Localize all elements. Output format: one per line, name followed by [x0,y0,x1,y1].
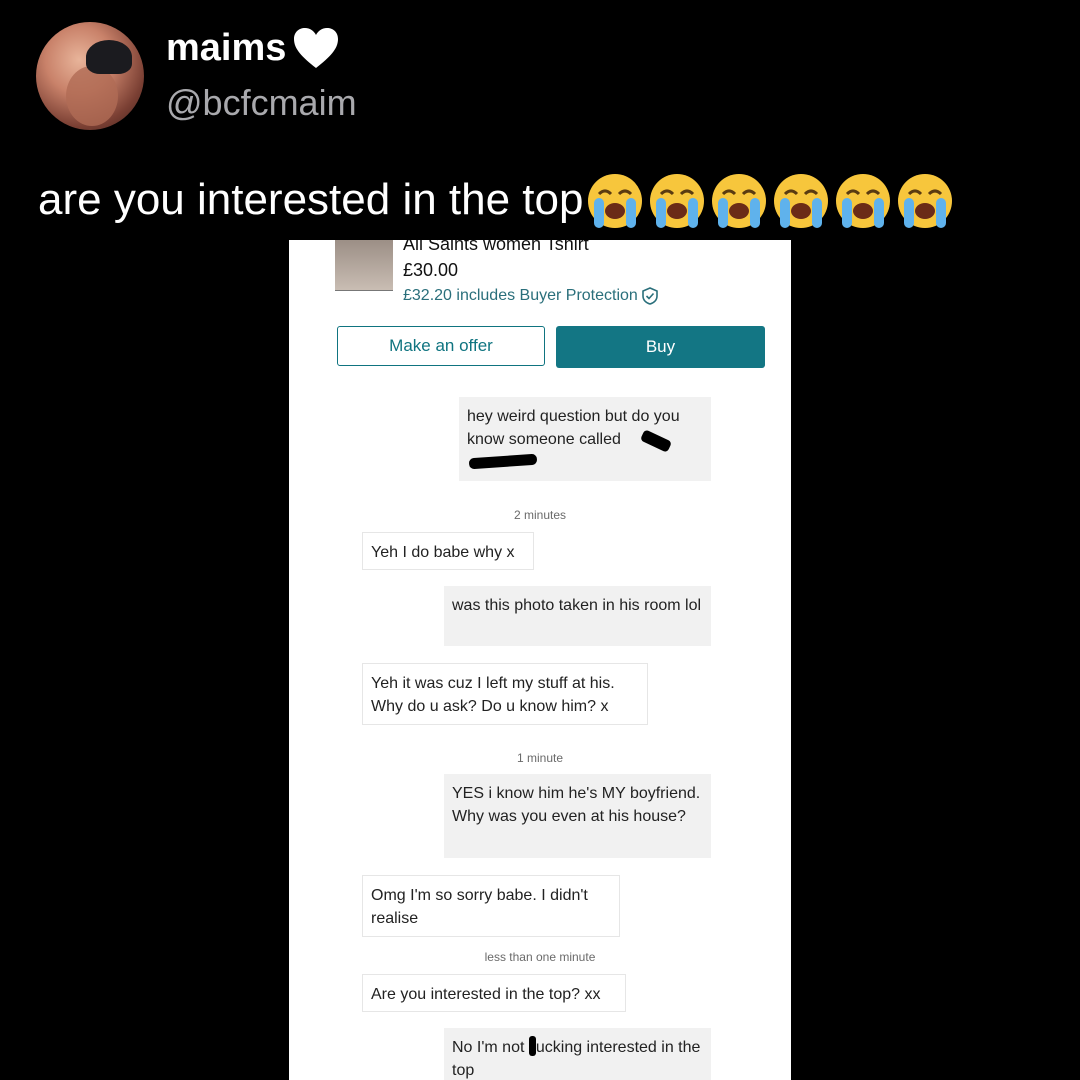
buyer-protection-row[interactable]: £32.20 includes Buyer Protection [403,287,658,305]
avatar-face [66,66,118,126]
shield-check-icon [642,287,658,305]
avatar-cap [86,40,132,74]
message-bubble-outgoing: YES i know him he's MY boyfriend. Why wa… [444,774,711,858]
tweet-text-row: are you interested in the top [38,170,955,230]
loudly-crying-face-icon [774,174,829,228]
message-text: Yeh it was cuz I left my stuff at his. W… [371,675,615,715]
display-name-row[interactable]: maims [166,26,340,70]
timestamp: 2 minutes [513,508,567,522]
message-text: YES i know him he's MY boyfriend. Why wa… [452,785,701,825]
message-text: Are you interested in the top? xx [371,986,601,1003]
timestamp: 1 minute [516,751,564,765]
avatar[interactable] [36,22,144,130]
emoji-group [585,170,955,230]
loudly-crying-face-icon [836,174,891,228]
loudly-crying-face-icon [650,174,705,228]
listing-title[interactable]: All Saints women Tshirt [403,240,589,255]
loudly-crying-face-icon [588,174,643,228]
chat-screenshot: All Saints women Tshirt £30.00 £32.20 in… [289,240,791,1080]
user-handle[interactable]: @bcfcmaim [166,82,357,124]
message-text: Omg I'm so sorry babe. I didn't realise [371,887,588,927]
message-bubble-incoming: Yeh it was cuz I left my stuff at his. W… [362,663,648,725]
message-bubble-incoming: Yeh I do babe why x [362,532,534,570]
redaction-mark [528,1036,536,1056]
listing-thumbnail[interactable] [335,240,393,291]
make-offer-button[interactable]: Make an offer [337,326,545,366]
buyer-protection-text: £32.20 includes Buyer Protection [403,287,638,304]
message-text-before: No I'm not [452,1039,529,1056]
message-bubble-incoming: Are you interested in the top? xx [362,974,626,1012]
loudly-crying-face-icon [712,174,767,228]
message-bubble-outgoing: was this photo taken in his room lol [444,586,711,646]
message-bubble-incoming: Omg I'm so sorry babe. I didn't realise [362,875,620,937]
loudly-crying-face-icon [898,174,953,228]
white-heart-icon [292,26,340,70]
listing-price: £30.00 [403,260,459,280]
buy-button[interactable]: Buy [556,326,765,368]
tweet-text: are you interested in the top [38,175,584,224]
timestamp: less than one minute [484,950,596,964]
display-name[interactable]: maims [166,27,286,70]
message-bubble-outgoing: hey weird question but do you know someo… [459,397,711,481]
message-text: was this photo taken in his room lol [452,597,702,614]
message-text: Yeh I do babe why x [371,544,515,561]
message-bubble-outgoing: No I'm not ucking interested in the top [444,1028,711,1080]
